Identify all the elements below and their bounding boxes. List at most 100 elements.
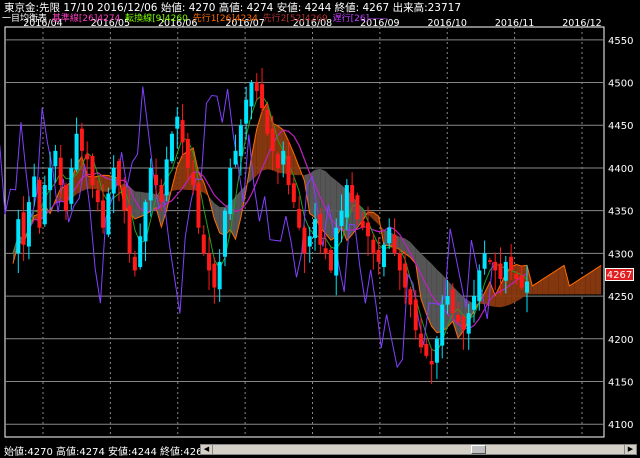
- kumo-segment: [553, 268, 559, 295]
- x-tick-label: 2016/12: [562, 18, 601, 29]
- candle-body: [339, 210, 344, 227]
- candle-body: [461, 316, 466, 331]
- candle-body: [101, 200, 106, 228]
- candle-body: [503, 261, 508, 281]
- y-tick-label: 4300: [608, 249, 633, 260]
- candle-body: [281, 150, 286, 165]
- kumo-segment: [558, 265, 565, 295]
- candle-body: [456, 314, 461, 322]
- legend-item-kijun: 基準線[26]4274: [51, 14, 121, 24]
- candle-body: [445, 296, 450, 305]
- y-tick-label: 4450: [608, 121, 633, 132]
- candle-body: [307, 236, 312, 247]
- y-tick-label: 4550: [608, 36, 633, 47]
- candle-body: [302, 227, 307, 254]
- candle-body: [122, 186, 127, 211]
- candle-body: [111, 167, 116, 194]
- horizontal-scrollbar[interactable]: ◀ ▶: [200, 444, 637, 455]
- legend-item-senkou1: 先行1[26]4234: [192, 14, 258, 24]
- candle-body: [318, 214, 323, 245]
- candle-body: [509, 256, 514, 271]
- kumo-segment: [590, 268, 596, 295]
- candle-body: [106, 193, 111, 235]
- scroll-right-button[interactable]: ▶: [624, 445, 636, 454]
- candle-body: [16, 219, 21, 254]
- candle-body: [413, 299, 418, 331]
- candle-body: [228, 167, 233, 215]
- candle-body: [466, 313, 471, 334]
- candle-body: [260, 84, 265, 109]
- candle-body: [270, 128, 275, 151]
- candle-body: [90, 155, 95, 186]
- status-text: 始値:4270 高値:4274 安値:4244 終値:4267: [4, 447, 209, 458]
- candle-body: [207, 253, 212, 271]
- y-tick-label: 4100: [608, 420, 633, 431]
- kumo-segment: [595, 265, 602, 295]
- candle-body: [244, 99, 249, 124]
- candle-body: [514, 273, 519, 279]
- candle-body: [429, 360, 434, 365]
- candle-body: [477, 270, 482, 302]
- candle-body: [180, 120, 185, 143]
- candle-body: [371, 239, 376, 254]
- y-tick-label: 4200: [608, 335, 633, 346]
- candle-body: [127, 205, 132, 254]
- candle-body: [169, 133, 174, 162]
- candle-body: [525, 281, 529, 293]
- candle-body: [132, 256, 137, 271]
- candle-body: [286, 155, 291, 186]
- legend-item-chikou: 遅行[26]――: [332, 14, 388, 24]
- candle-body: [79, 128, 84, 151]
- y-tick-label: 4150: [608, 377, 633, 388]
- candle-body: [217, 261, 222, 290]
- ichimoku-chart: 4550 4500 4450 4400 4350 4300 4250 4200 4150 4100…: [0, 18, 633, 438]
- candle-body: [58, 157, 63, 186]
- y-tick-label: 4350: [608, 207, 633, 218]
- candle-body: [143, 202, 148, 242]
- candle-body: [74, 133, 79, 170]
- candle-body: [424, 343, 429, 356]
- candle-body: [138, 236, 143, 268]
- candle-body: [249, 82, 254, 107]
- candle-body: [450, 289, 455, 314]
- candle-body: [185, 138, 190, 168]
- candle-body: [275, 154, 280, 168]
- candle-body: [154, 174, 159, 186]
- candle-body: [95, 190, 100, 203]
- candle-body: [328, 249, 333, 271]
- candle-body: [85, 154, 90, 160]
- candle-body: [440, 304, 445, 346]
- candle-body: [69, 167, 74, 204]
- candle-body: [265, 109, 270, 134]
- candle-body: [159, 185, 164, 203]
- candle-body: [366, 222, 371, 237]
- y-tick-label: 4400: [608, 164, 633, 175]
- candle-body: [37, 179, 42, 228]
- x-tick-label: 2016/11: [495, 18, 534, 29]
- candle-body: [42, 185, 47, 225]
- legend: 一目均衡表 基準線[26]4274 転換線[9]4260 先行1[26]4234…: [2, 11, 389, 24]
- candle-body: [408, 289, 413, 305]
- candle-body: [350, 185, 355, 203]
- candle-body: [392, 234, 397, 254]
- scroll-left-button[interactable]: ◀: [201, 445, 213, 454]
- candle-body: [397, 253, 402, 271]
- y-tick-label: 4500: [608, 79, 633, 90]
- candle-body: [32, 176, 37, 197]
- candle-body: [63, 185, 68, 211]
- current-price-label: 4267: [605, 268, 634, 281]
- candle-body: [403, 263, 408, 288]
- candle-body: [344, 185, 349, 218]
- candle-body: [191, 173, 196, 186]
- candle-body: [26, 202, 31, 247]
- candle-body: [376, 249, 381, 262]
- candle-body: [164, 159, 169, 196]
- legend-item-tenkan: 転換線[9]4260: [125, 14, 188, 24]
- candle-body: [387, 227, 392, 244]
- scroll-thumb[interactable]: [471, 445, 486, 454]
- candle-body: [360, 220, 365, 228]
- candle-body: [355, 195, 360, 220]
- candle-body: [175, 116, 180, 129]
- y-axis: 4550 4500 4450 4400 4350 4300 4250 4200 4150 4100: [608, 36, 633, 431]
- y-tick-label: 4250: [608, 292, 633, 303]
